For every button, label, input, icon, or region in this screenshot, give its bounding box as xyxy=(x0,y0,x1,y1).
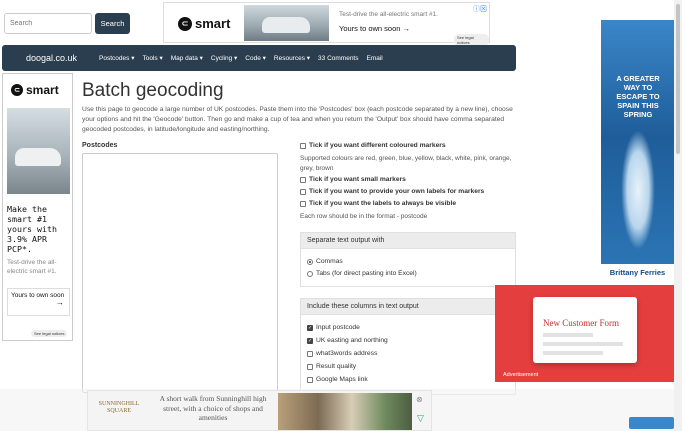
tabs-option[interactable]: Tabs (for direct pasting into Excel) xyxy=(307,270,417,277)
google-maps-label: Google Maps link xyxy=(316,376,368,383)
bottom-banner-ad[interactable]: SUNNINGHILL SQUARE A short walk from Sun… xyxy=(87,390,432,431)
close-icon[interactable]: ⊗ xyxy=(416,395,423,404)
what3words-option[interactable]: what3words address xyxy=(307,350,377,357)
left-sidebar-ad[interactable]: ⊂ smart Make the smart #1 yours with 3.9… xyxy=(2,73,73,341)
ship-wake xyxy=(621,130,655,250)
commas-label: Commas xyxy=(316,258,343,265)
nav-code[interactable]: Code ▾ xyxy=(245,54,266,62)
tabs-radio[interactable] xyxy=(307,270,313,277)
search-input[interactable] xyxy=(4,13,92,34)
right-ad-headline: A GREATER WAY TO ESCAPE TO SPAIN THIS SP… xyxy=(616,74,660,119)
what3words-label: what3words address xyxy=(316,350,378,357)
scrollbar-thumb[interactable] xyxy=(676,4,680,154)
own-labels-option[interactable]: Tick if you want to provide your own lab… xyxy=(300,188,484,195)
what3words-checkbox[interactable] xyxy=(307,350,313,357)
smart-logo: ⊂ smart xyxy=(178,16,230,31)
top-ad-brand: smart xyxy=(195,16,231,31)
input-postcode-checkbox[interactable]: ✓ xyxy=(307,324,313,331)
input-postcode-label: Input postcode xyxy=(316,324,360,331)
page-title: Batch geocoding xyxy=(82,80,224,101)
left-ad-car-image xyxy=(7,108,70,194)
row-format-help: Each row should be in the format - postc… xyxy=(300,213,428,220)
search-button[interactable]: Search xyxy=(95,13,130,34)
tabs-label: Tabs (for direct pasting into Excel) xyxy=(316,270,417,277)
smart-logo-icon: ⊂ xyxy=(178,16,192,31)
left-ad-brand: smart xyxy=(26,83,59,97)
result-quality-option[interactable]: Result quality xyxy=(307,363,356,370)
easting-northing-label: UK easting and northing xyxy=(316,337,388,344)
own-labels-label: Tick if you want to provide your own lab… xyxy=(309,188,485,195)
left-ad-text: Test-drive the all-electric smart #1. xyxy=(7,259,57,275)
adchoices-icon[interactable]: ▽ xyxy=(417,413,424,424)
page-intro: Use this page to geocode a large number … xyxy=(82,106,513,133)
floating-action-button[interactable] xyxy=(629,417,674,429)
easting-northing-checkbox[interactable]: ✓ xyxy=(307,337,313,344)
colours-help: Supported colours are red, green, blue, … xyxy=(300,155,512,172)
small-markers-option[interactable]: Tick if you want small markers xyxy=(300,176,406,183)
nav-tools[interactable]: Tools ▾ xyxy=(142,54,162,62)
video-ad-screen: New Customer Form xyxy=(533,297,637,363)
small-markers-label: Tick if you want small markers xyxy=(309,176,406,183)
nav-postcodes[interactable]: Postcodes ▾ xyxy=(99,54,134,62)
left-ad-headline: Make the smart #1 yours with 3.9% APR PC… xyxy=(7,204,57,254)
columns-panel-body: ✓ Input postcode ✓ UK easting and northi… xyxy=(300,315,516,395)
smart-logo-icon: ⊂ xyxy=(11,84,23,96)
coloured-markers-checkbox[interactable] xyxy=(300,142,306,149)
own-labels-checkbox[interactable] xyxy=(300,188,306,195)
postcodes-label: Postcodes xyxy=(82,142,118,149)
right-ad-brand: Brittany Ferries xyxy=(601,264,674,281)
main-navbar: doogal.co.uk Postcodes ▾ Tools ▾ Map dat… xyxy=(2,45,516,71)
labels-visible-checkbox[interactable] xyxy=(300,200,306,207)
nav-cycling[interactable]: Cycling ▾ xyxy=(211,54,237,62)
coloured-markers-option[interactable]: Tick if you want different coloured mark… xyxy=(300,142,446,149)
left-ad-logo: ⊂ smart xyxy=(11,83,59,97)
bottom-ad-street-image xyxy=(278,393,412,430)
easting-northing-option[interactable]: ✓ UK easting and northing xyxy=(307,337,388,344)
commas-option[interactable]: Commas xyxy=(307,258,343,265)
google-maps-option[interactable]: Google Maps link xyxy=(307,376,368,383)
separator-panel-heading: Separate text output with xyxy=(300,232,516,249)
top-banner-ad[interactable]: ⊂ smart Test-drive the all-electric smar… xyxy=(163,2,490,46)
postcodes-textarea[interactable] xyxy=(82,153,278,393)
coloured-markers-label: Tick if you want different coloured mark… xyxy=(309,142,446,149)
top-ad-cta[interactable]: Yours to own soon → xyxy=(339,24,410,33)
top-ad-text: Test-drive the all-electric smart #1. xyxy=(339,11,438,18)
result-quality-label: Result quality xyxy=(316,363,357,370)
google-maps-checkbox[interactable] xyxy=(307,376,313,383)
car-image xyxy=(244,5,329,41)
labels-visible-label: Tick if you want the labels to always be… xyxy=(309,200,457,207)
video-ad-label: Advertisement xyxy=(503,372,539,378)
columns-panel-heading: Include these columns in text output xyxy=(300,298,516,315)
arrow-right-icon: → xyxy=(56,298,64,307)
site-brand[interactable]: doogal.co.uk xyxy=(26,53,77,63)
nav-comments[interactable]: 33 Comments xyxy=(318,55,358,62)
bottom-ad-brand: SUNNINGHILL SQUARE xyxy=(98,401,140,414)
left-ad-legal[interactable]: See legal notices xyxy=(31,330,68,337)
right-sidebar-ad[interactable]: A GREATER WAY TO ESCAPE TO SPAIN THIS SP… xyxy=(601,20,674,281)
left-ad-cta[interactable]: Yours to own soon → xyxy=(7,288,70,316)
nav-map-data[interactable]: Map data ▾ xyxy=(171,54,203,62)
result-quality-checkbox[interactable] xyxy=(307,363,313,370)
separator-panel-body: Commas Tabs (for direct pasting into Exc… xyxy=(300,249,516,287)
input-postcode-option[interactable]: ✓ Input postcode xyxy=(307,324,360,331)
nav-email[interactable]: Email xyxy=(367,55,383,62)
small-markers-checkbox[interactable] xyxy=(300,176,306,183)
ad-info-icon[interactable]: ⓘ⊠ xyxy=(473,4,487,14)
commas-radio[interactable] xyxy=(307,258,313,265)
nav-resources[interactable]: Resources ▾ xyxy=(274,54,310,62)
labels-visible-option[interactable]: Tick if you want the labels to always be… xyxy=(300,200,456,207)
bottom-ad-text: A short walk from Sunninghill high stree… xyxy=(159,394,267,422)
video-ad[interactable]: New Customer Form Advertisement xyxy=(495,285,674,382)
video-ad-title: New Customer Form xyxy=(543,318,619,328)
